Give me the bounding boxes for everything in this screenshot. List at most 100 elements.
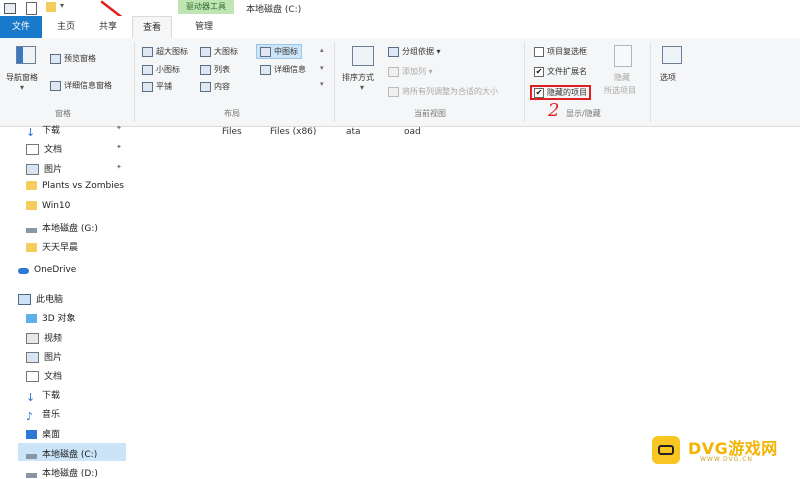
pin-icon[interactable]: ✦ — [116, 163, 122, 171]
layout-scroll-up-icon[interactable]: ▴ — [320, 46, 324, 54]
layout-expand-icon[interactable]: ▾ — [320, 80, 324, 88]
sort-by-dropdown-icon[interactable]: ▾ — [360, 83, 364, 92]
tab-share[interactable]: 共享 — [92, 16, 124, 38]
content-icon — [200, 81, 211, 92]
selected-items-label[interactable]: 所选项目 — [604, 85, 636, 96]
navigation-pane-icon[interactable] — [16, 46, 36, 64]
add-column-button[interactable]: 添加列 ▾ — [388, 66, 433, 77]
group-by-button[interactable]: 分组依据 ▾ — [388, 46, 441, 57]
list-icon — [200, 64, 211, 75]
nav-item-desktop[interactable]: 桌面 — [26, 427, 60, 440]
current-view-group-label: 当前视图 — [414, 109, 446, 118]
nav-item-drive-g[interactable]: 本地磁盘 (G:) — [26, 221, 98, 234]
item-checkboxes-toggle[interactable]: 项目复选框 — [534, 46, 587, 57]
cloud-icon — [18, 267, 29, 274]
file-extensions-toggle[interactable]: ✔ 文件扩展名 — [534, 66, 587, 77]
fit-columns-icon — [388, 86, 399, 97]
nav-item-onedrive[interactable]: OneDrive — [18, 265, 76, 275]
nav-item-drive-d[interactable]: 本地磁盘 (D:) — [26, 466, 98, 479]
nav-item-drive-c[interactable]: 本地磁盘 (C:) — [26, 447, 97, 460]
tiles-icon — [142, 81, 153, 92]
folder-icon — [26, 243, 37, 252]
hide-button-label[interactable]: 隐藏 — [614, 72, 630, 83]
sort-by-button[interactable]: 排序方式 — [342, 72, 374, 83]
layout-list[interactable]: 列表 — [200, 64, 230, 75]
ribbon-separator — [134, 42, 135, 122]
column-program-files-x86[interactable]: Files (x86) — [270, 127, 316, 137]
ribbon-separator — [650, 42, 651, 122]
nav-item-pc-documents[interactable]: 文档 — [26, 369, 62, 382]
layout-content[interactable]: 内容 — [200, 81, 230, 92]
nav-item-videos[interactable]: 视频 — [26, 331, 62, 344]
sort-by-icon[interactable] — [352, 46, 374, 66]
group-by-dropdown-icon: ▾ — [434, 47, 441, 56]
pin-icon[interactable]: ✦ — [116, 124, 122, 132]
gamepad-logo-icon — [652, 436, 680, 464]
file-extensions-checkbox[interactable]: ✔ — [534, 66, 544, 77]
nav-item-pictures[interactable]: 图片 — [26, 162, 62, 175]
column-programdata[interactable]: ata — [346, 127, 361, 137]
tab-file[interactable]: 文件 — [0, 16, 42, 38]
nav-item-tiantian-zaochen[interactable]: 天天早晨 — [26, 240, 78, 253]
options-button[interactable]: 选项 — [660, 72, 676, 83]
nav-item-pc-downloads[interactable]: ↓ 下载 — [26, 388, 60, 404]
nav-item-plants-vs-zombies[interactable]: Plants vs Zombies — [26, 181, 124, 191]
3d-objects-icon — [26, 314, 37, 323]
layout-tiles[interactable]: 平铺 — [142, 81, 172, 92]
item-checkboxes-checkbox[interactable] — [534, 46, 544, 57]
video-icon — [26, 333, 39, 344]
details-icon — [260, 64, 271, 75]
layout-extra-large-icons[interactable]: 超大图标 — [142, 46, 188, 57]
new-folder-icon[interactable] — [46, 2, 56, 12]
large-icons-icon — [200, 46, 211, 57]
layout-medium-icons[interactable]: 中图标 — [256, 44, 302, 59]
annotation-number: 2 — [548, 100, 560, 121]
nav-item-pc-pictures[interactable]: 图片 — [26, 350, 62, 363]
layout-group-label: 布局 — [224, 109, 240, 118]
document-icon — [26, 371, 39, 382]
nav-item-music[interactable]: ♪ 音乐 — [26, 407, 60, 423]
nav-item-documents[interactable]: 文档 — [26, 142, 62, 155]
tab-view[interactable]: 查看 — [132, 16, 172, 39]
music-icon: ♪ — [26, 410, 34, 423]
window-title: 本地磁盘 (C:) — [246, 5, 302, 15]
computer-icon — [18, 294, 31, 305]
preview-pane-button[interactable]: 预览窗格 — [50, 53, 96, 64]
hidden-items-checkbox[interactable]: ✔ — [534, 87, 544, 98]
drive-icon — [26, 227, 37, 233]
show-hide-group-label: 显示/隐藏 — [566, 109, 601, 118]
download-icon: ↓ — [26, 391, 36, 404]
fit-all-columns-button[interactable]: 将所有列调整为合适的大小 — [388, 86, 498, 97]
column-program-files[interactable]: Files — [222, 127, 242, 137]
column-download[interactable]: oad — [404, 127, 421, 137]
layout-small-icons[interactable]: 小图标 — [142, 64, 180, 75]
tab-home[interactable]: 主页 — [50, 16, 82, 38]
hide-selected-icon[interactable] — [614, 45, 632, 67]
layout-details[interactable]: 详细信息 — [260, 64, 306, 75]
layout-scroll-down-icon[interactable]: ▾ — [320, 64, 324, 72]
nav-item-3d-objects[interactable]: 3D 对象 — [26, 311, 76, 324]
details-pane-button[interactable]: 详细信息窗格 — [50, 80, 112, 91]
pin-icon[interactable]: ✦ — [116, 143, 122, 151]
download-icon: ↓ — [26, 126, 36, 139]
ribbon-separator — [334, 42, 335, 122]
options-icon[interactable] — [662, 46, 682, 64]
quick-access-dropdown-icon[interactable]: ▾ — [60, 1, 64, 10]
navigation-pane-button[interactable]: 导航窗格 — [6, 72, 38, 83]
navigation-pane-dropdown-icon[interactable]: ▾ — [20, 83, 24, 92]
pictures-icon — [26, 164, 39, 175]
nav-item-downloads[interactable]: ↓ 下载 — [26, 123, 60, 139]
folder-icon — [26, 201, 37, 210]
drive-icon — [4, 3, 16, 14]
ribbon-separator — [524, 42, 525, 122]
extra-large-icons-icon — [142, 46, 153, 57]
nav-item-this-pc[interactable]: 此电脑 — [18, 292, 63, 305]
hidden-items-toggle[interactable]: ✔ 隐藏的项目 — [530, 85, 591, 100]
properties-icon[interactable] — [26, 2, 37, 15]
layout-large-icons[interactable]: 大图标 — [200, 46, 238, 57]
nav-item-win10[interactable]: Win10 — [26, 201, 70, 211]
drive-icon — [26, 453, 37, 459]
watermark-url: WWW.DVG.CN — [700, 456, 753, 463]
preview-pane-icon — [50, 53, 61, 64]
tab-manage[interactable]: 管理 — [186, 16, 222, 38]
